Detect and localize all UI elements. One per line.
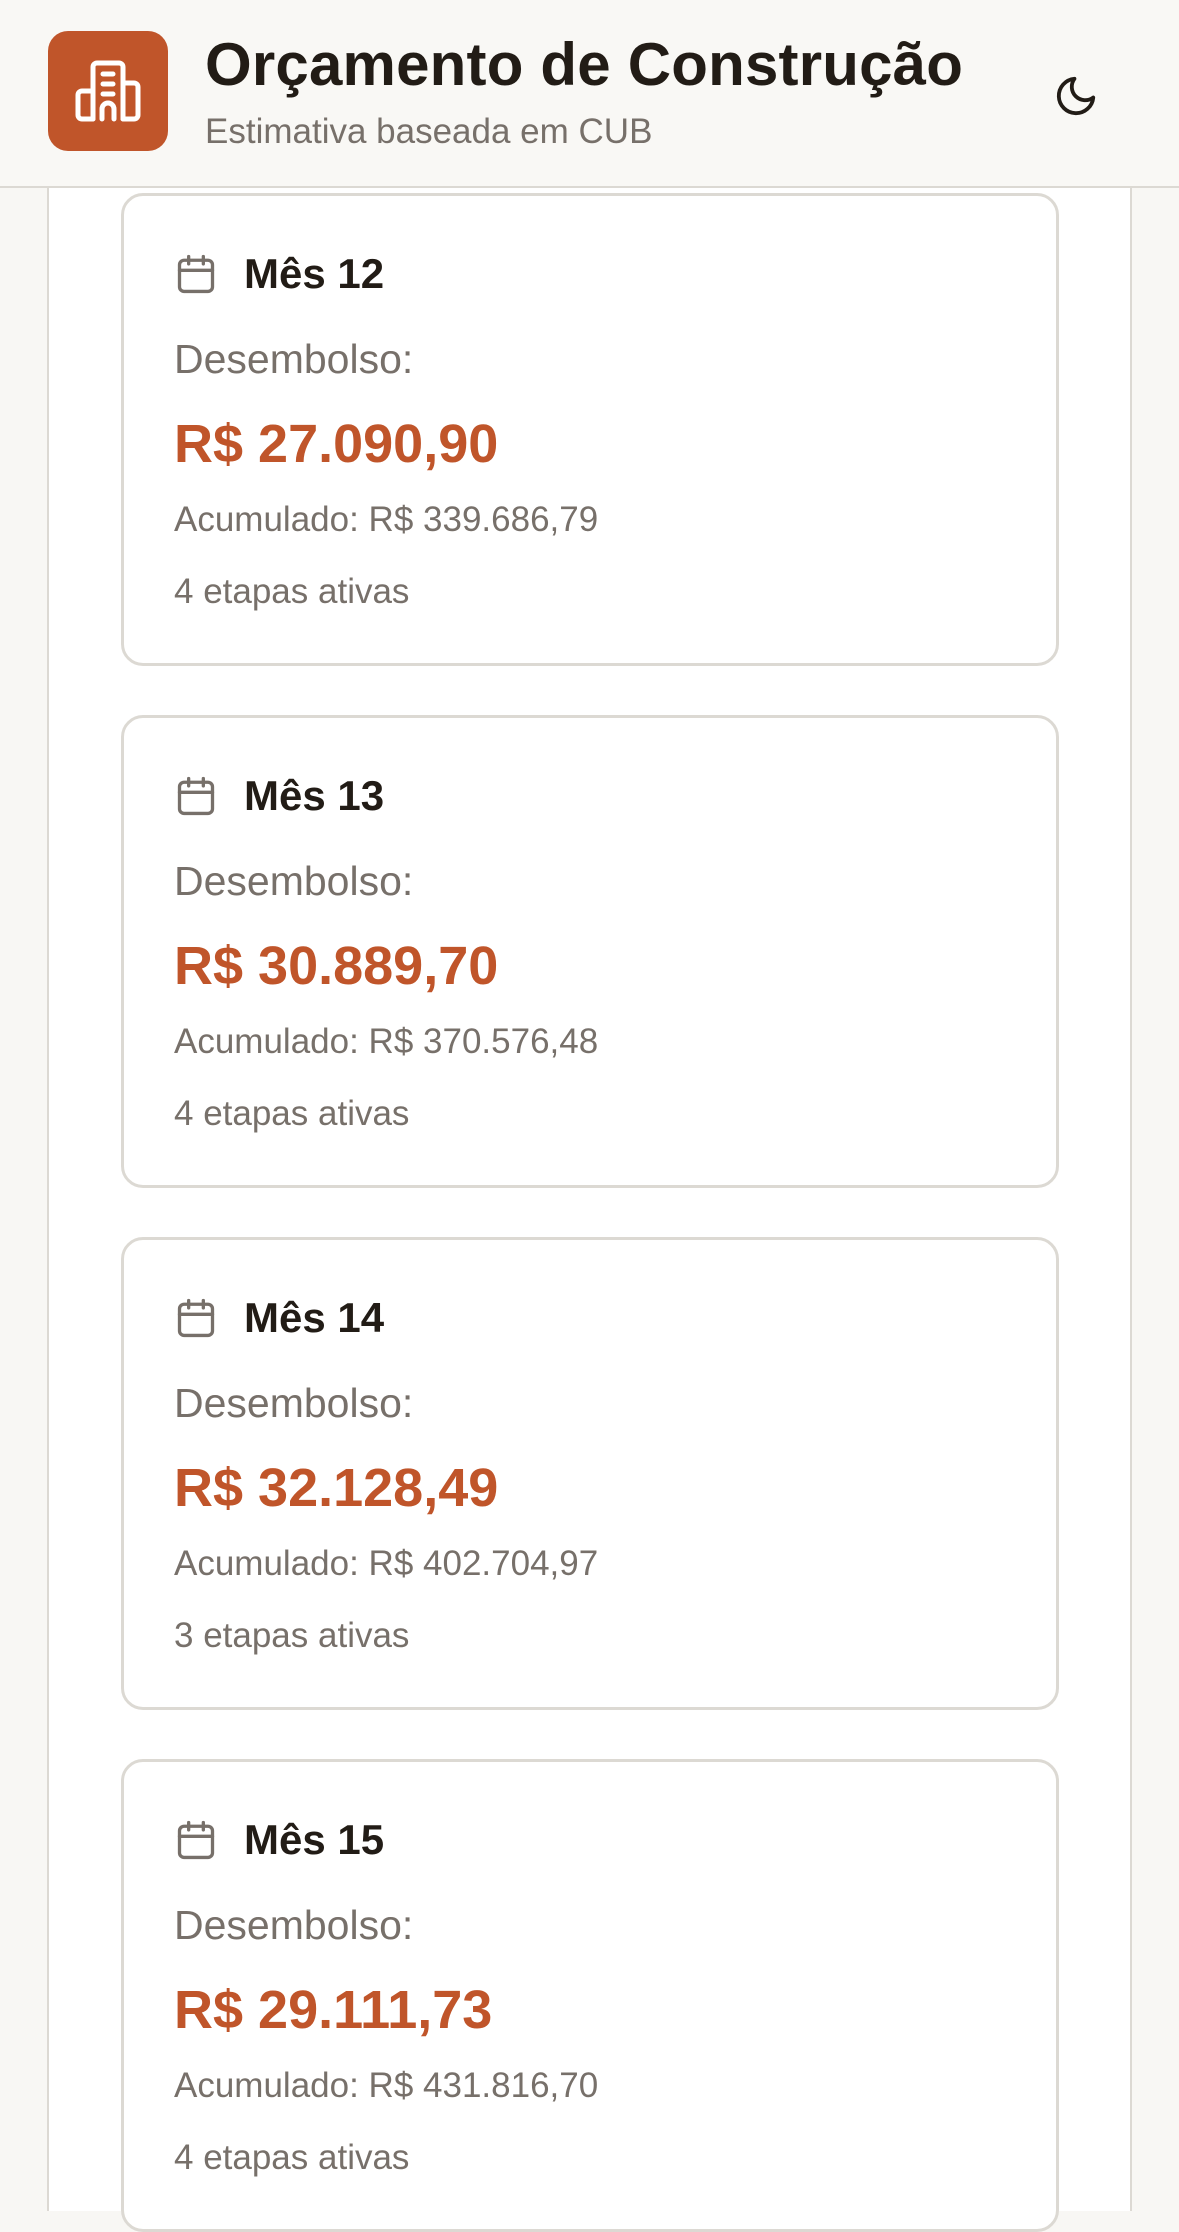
disbursement-value: R$ 30.889,70 xyxy=(174,936,499,996)
month-title: Mês 12 xyxy=(244,250,385,297)
month-title: Mês 14 xyxy=(244,1294,385,1341)
accumulated-total: Acumulado: R$ 339.686,79 xyxy=(174,500,599,539)
building-icon xyxy=(48,31,168,151)
disbursement-label: Desembolso: xyxy=(174,858,414,904)
month-card: Mês 12 Desembolso: R$ 27.090,90 Acumulad… xyxy=(121,193,1059,666)
calendar-icon xyxy=(177,254,215,294)
month-card: Mês 15 Desembolso: R$ 29.111,73 Acumulad… xyxy=(121,1759,1059,2232)
moon-icon xyxy=(1056,76,1096,116)
accumulated-total: Acumulado: R$ 402.704,97 xyxy=(174,1544,599,1583)
month-card: Mês 14 Desembolso: R$ 32.128,49 Acumulad… xyxy=(121,1237,1059,1710)
active-stages: 4 etapas ativas xyxy=(174,2138,410,2177)
disbursement-value: R$ 29.111,73 xyxy=(174,1980,493,2040)
active-stages: 3 etapas ativas xyxy=(174,1616,410,1655)
page-subtitle: Estimativa baseada em CUB xyxy=(205,112,653,151)
disbursement-label: Desembolso: xyxy=(174,1902,414,1948)
calendar-icon xyxy=(177,776,215,816)
accumulated-total: Acumulado: R$ 431.816,70 xyxy=(174,2066,599,2105)
disbursement-label: Desembolso: xyxy=(174,1380,414,1426)
active-stages: 4 etapas ativas xyxy=(174,1094,410,1133)
theme-toggle-button[interactable] xyxy=(1044,64,1108,128)
month-card: Mês 13 Desembolso: R$ 30.889,70 Acumulad… xyxy=(121,715,1059,1188)
month-title: Mês 15 xyxy=(244,1816,385,1863)
disbursement-label: Desembolso: xyxy=(174,336,414,382)
disbursement-value: R$ 27.090,90 xyxy=(174,414,499,474)
month-title: Mês 13 xyxy=(244,772,385,819)
calendar-icon xyxy=(177,1298,215,1338)
page-title: Orçamento de Construção xyxy=(205,31,964,98)
active-stages: 4 etapas ativas xyxy=(174,572,410,611)
disbursement-value: R$ 32.128,49 xyxy=(174,1458,499,1518)
app-header: Orçamento de Construção Estimativa basea… xyxy=(0,0,1179,188)
calendar-icon xyxy=(177,1820,215,1860)
accumulated-total: Acumulado: R$ 370.576,48 xyxy=(174,1022,599,1061)
